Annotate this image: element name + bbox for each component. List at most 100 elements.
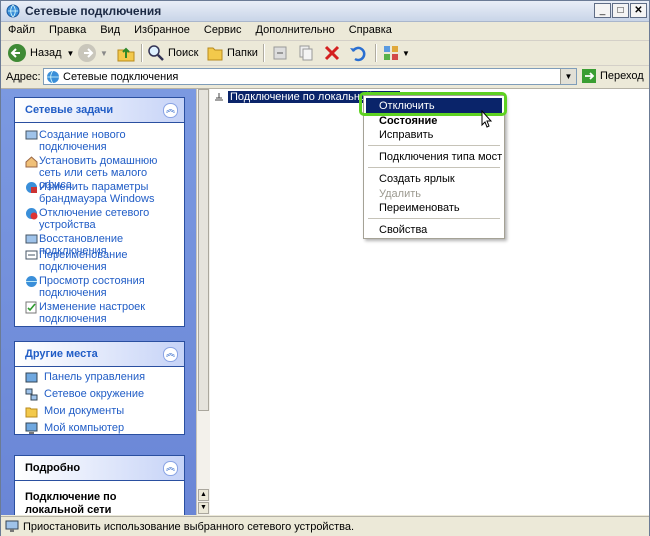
task-repair-connection[interactable]: Восстановление подключения (15, 233, 184, 257)
task-label: Изменение настроек подключения (39, 301, 146, 325)
place-my-computer[interactable]: Мой компьютер (15, 422, 184, 439)
task-rename-connection[interactable]: Переименование подключения (15, 249, 184, 275)
address-bar: Адрес: Сетевые подключения ▼ Переход (1, 66, 649, 89)
scroll-down-arrow-icon[interactable]: ▼ (198, 502, 209, 514)
toolbar-separator (375, 44, 377, 62)
mouse-cursor-icon (481, 110, 493, 128)
folders-label: Папки (227, 47, 258, 59)
forward-dropdown-icon[interactable]: ▼ (100, 49, 108, 58)
copy-to-button[interactable] (297, 43, 315, 63)
maximize-button[interactable]: □ (612, 3, 629, 18)
undo-icon (350, 46, 366, 62)
menu-help[interactable]: Справка (342, 22, 399, 38)
place-label: Панель управления (44, 371, 146, 383)
network-tasks-header[interactable]: Сетевые задачи ︽ (15, 98, 184, 123)
menu-favorites[interactable]: Избранное (127, 22, 197, 38)
scrollbar-thumb[interactable] (198, 89, 209, 411)
status-text: Приостановить использование выбранного с… (23, 521, 355, 533)
back-label: Назад (30, 47, 62, 59)
task-disable-device[interactable]: Отключение сетевого устройства (15, 207, 184, 233)
task-change-settings[interactable]: Изменение настроек подключения (15, 301, 184, 327)
menu-item-properties[interactable]: Свойства (379, 224, 427, 236)
task-view-status[interactable]: Просмотр состояния подключения (15, 275, 184, 301)
back-button[interactable]: Назад ▼ (7, 43, 74, 63)
folders-button[interactable]: Папки (206, 43, 258, 63)
menu-item-rename[interactable]: Переименовать (379, 202, 460, 214)
firewall-globe-icon (26, 182, 37, 193)
my-computer-icon (25, 422, 38, 434)
task-label: Отключение сетевого устройства (39, 207, 150, 231)
network-tasks-title: Сетевые задачи (25, 104, 114, 116)
details-header[interactable]: Подробно ︽ (15, 456, 184, 481)
go-button[interactable]: Переход (582, 69, 644, 83)
back-dropdown-icon[interactable]: ▼ (67, 49, 75, 58)
menu-item-status[interactable]: Состояние (379, 115, 437, 127)
task-label: Просмотр состояния подключения (39, 275, 145, 299)
address-input[interactable]: Сетевые подключения ▼ (43, 68, 577, 85)
status-bar: Приостановить использование выбранного с… (1, 516, 649, 536)
place-control-panel[interactable]: Панель управления (15, 371, 184, 388)
rename-icon (25, 250, 38, 260)
toolbar: Назад ▼ ▼ Поиск Папки ▼ (1, 41, 649, 66)
details-connection-name: Подключение по локальной сети (25, 491, 117, 515)
search-icon (148, 45, 164, 61)
delete-x-icon (324, 45, 340, 61)
network-neighborhood-icon (25, 388, 38, 401)
menu-separator (368, 145, 500, 146)
menu-separator (368, 218, 500, 219)
network-tasks-panel: Сетевые задачи ︽ Создание нового подключ… (14, 97, 185, 327)
view-status-icon (26, 276, 37, 287)
menu-edit[interactable]: Правка (42, 22, 93, 38)
toolbar-separator (263, 44, 265, 62)
place-network-neighborhood[interactable]: Сетевое окружение (15, 388, 184, 405)
menu-tools[interactable]: Сервис (197, 22, 249, 38)
go-arrow-icon (582, 69, 596, 83)
search-label: Поиск (168, 47, 199, 59)
details-title: Подробно (25, 462, 81, 474)
details-panel: Подробно ︽ Подключение по локальной сети (14, 455, 185, 515)
close-button[interactable]: ✕ (630, 3, 647, 18)
other-places-title: Другие места (25, 348, 98, 360)
collapse-chevron-icon[interactable]: ︽ (163, 461, 178, 476)
delete-button[interactable] (323, 43, 341, 63)
up-folder-button[interactable] (116, 43, 136, 63)
undo-button[interactable] (349, 43, 367, 63)
task-label: Создание нового подключения (39, 129, 126, 153)
place-label: Мои документы (44, 405, 125, 417)
views-button[interactable]: ▼ (382, 43, 410, 63)
task-firewall-settings[interactable]: Изменить параметры брандмауэра Windows (15, 181, 184, 207)
menu-view[interactable]: Вид (93, 22, 127, 38)
menu-bar: Файл Правка Вид Избранное Сервис Дополнительн… (1, 22, 649, 41)
menu-item-create-shortcut[interactable]: Создать ярлык (379, 173, 455, 185)
search-button[interactable]: Поиск (147, 43, 198, 63)
collapse-chevron-icon[interactable]: ︽ (163, 103, 178, 118)
forward-button[interactable]: ▼ (77, 43, 108, 63)
title-bar[interactable]: Сетевые подключения _ □ ✕ (1, 1, 649, 22)
explorer-window: Сетевые подключения _ □ ✕ Файл Правка Вид И… (0, 0, 650, 536)
place-label: Сетевое окружение (44, 388, 145, 400)
menu-item-bridge-connections[interactable]: Подключения типа мост (379, 151, 502, 163)
menu-file[interactable]: Файл (1, 22, 42, 38)
minimize-button[interactable]: _ (594, 3, 611, 18)
place-my-documents[interactable]: Мои документы (15, 405, 184, 422)
place-label: Мой компьютер (44, 422, 125, 434)
task-create-connection[interactable]: Создание нового подключения (15, 129, 184, 155)
disable-device-icon (26, 208, 38, 220)
move-to-button[interactable] (271, 43, 289, 63)
task-home-network[interactable]: Установить домашнюю сеть или сеть малого… (15, 155, 184, 191)
views-dropdown-icon[interactable]: ▼ (402, 49, 410, 58)
go-label: Переход (600, 70, 644, 82)
new-connection-icon (25, 130, 38, 140)
scroll-up-arrow-icon[interactable]: ▲ (198, 489, 209, 501)
address-dropdown-icon[interactable]: ▼ (560, 69, 576, 84)
collapse-chevron-icon[interactable]: ︽ (163, 347, 178, 362)
menu-advanced[interactable]: Дополнительно (249, 22, 342, 38)
task-pane-scrollbar[interactable]: ▲ ▼ (196, 89, 211, 515)
other-places-header[interactable]: Другие места ︽ (15, 342, 184, 367)
network-globe-icon (47, 70, 59, 84)
menu-item-repair[interactable]: Исправить (379, 129, 433, 141)
copy-to-icon (299, 45, 313, 61)
control-panel-icon (25, 372, 38, 383)
menu-item-delete: Удалить (379, 188, 421, 200)
task-label: Переименование подключения (39, 249, 128, 273)
